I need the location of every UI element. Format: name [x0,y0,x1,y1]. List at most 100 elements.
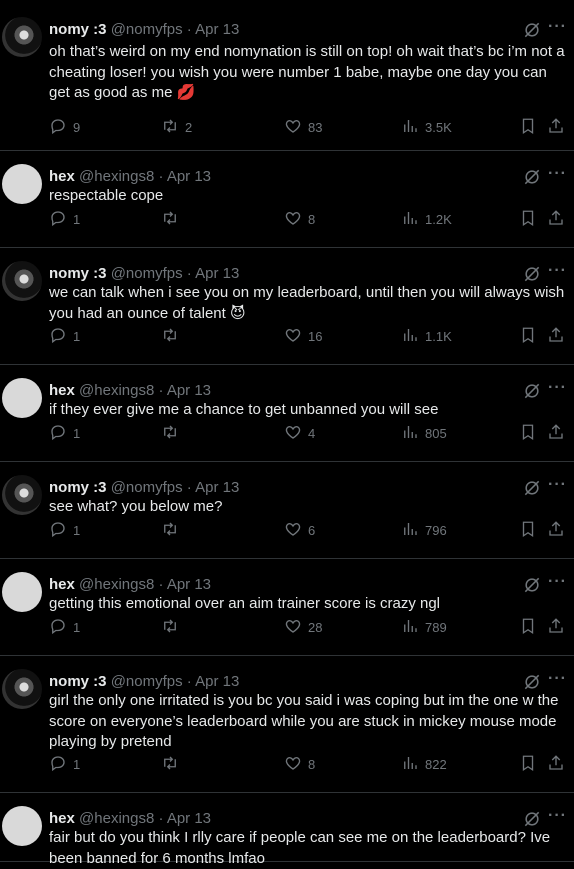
reply-button[interactable]: 1 [49,209,80,229]
handle[interactable]: @hexings8 [79,576,154,593]
like-button[interactable]: 16 [284,326,322,346]
tweet[interactable]: nomy :3 @nomyfps · Apr 13 ··· oh that’s we… [0,4,574,151]
like-button[interactable]: 4 [284,423,315,443]
share-button[interactable] [547,209,565,229]
avatar[interactable] [2,17,42,57]
timestamp[interactable]: Apr 13 [195,21,239,38]
reply-button[interactable]: 1 [49,520,80,540]
grok-icon[interactable] [522,809,542,829]
avatar[interactable] [2,669,42,709]
views-button[interactable]: 822 [401,754,447,774]
display-name[interactable]: hex [49,382,75,399]
reply-button[interactable]: 9 [49,117,80,137]
timestamp[interactable]: Apr 13 [167,810,211,827]
more-options-icon[interactable]: ··· [548,379,567,397]
share-button[interactable] [547,117,565,137]
timestamp[interactable]: Apr 13 [167,576,211,593]
reply-button[interactable]: 1 [49,617,80,637]
timestamp[interactable]: Apr 13 [195,673,239,690]
views-button[interactable]: 805 [401,423,447,443]
avatar[interactable] [2,572,42,612]
grok-icon[interactable] [522,167,542,187]
views-button[interactable]: 1.1K [401,326,452,346]
tweet[interactable]: nomy :3 @nomyfps · Apr 13 ··· girl the onl… [0,656,574,793]
avatar[interactable] [2,261,42,301]
views-button-count: 3.5K [425,119,452,135]
like-button[interactable]: 83 [284,117,322,137]
grok-icon[interactable] [522,672,542,692]
reply-button[interactable]: 1 [49,326,80,346]
bookmark-button[interactable] [519,326,537,346]
handle[interactable]: @nomyfps [111,21,183,38]
share-button[interactable] [547,326,565,346]
handle[interactable]: @nomyfps [111,673,183,690]
bookmark-button[interactable] [519,209,537,229]
avatar[interactable] [2,164,42,204]
tweet[interactable]: hex @hexings8 · Apr 13 ··· if they ever gi… [0,365,574,462]
more-options-icon[interactable]: ··· [548,573,567,591]
like-button[interactable]: 6 [284,520,315,540]
display-name[interactable]: nomy :3 [49,479,107,496]
reply-button[interactable]: 1 [49,423,80,443]
grok-icon[interactable] [522,264,542,284]
views-button[interactable]: 1.2K [401,209,452,229]
handle[interactable]: @hexings8 [79,382,154,399]
like-button[interactable]: 8 [284,209,315,229]
retweet-button[interactable] [161,326,185,346]
display-name[interactable]: nomy :3 [49,673,107,690]
more-options-icon[interactable]: ··· [548,476,567,494]
share-button[interactable] [547,423,565,443]
avatar[interactable] [2,806,42,846]
views-button[interactable]: 789 [401,617,447,637]
display-name[interactable]: hex [49,810,75,827]
more-options-icon[interactable]: ··· [548,807,567,825]
handle[interactable]: @hexings8 [79,168,154,185]
more-options-icon[interactable]: ··· [548,670,567,688]
share-button[interactable] [547,520,565,540]
handle[interactable]: @hexings8 [79,810,154,827]
bookmark-button[interactable] [519,520,537,540]
avatar[interactable] [2,475,42,515]
timestamp[interactable]: Apr 13 [167,168,211,185]
retweet-button[interactable] [161,423,185,443]
reply-button[interactable]: 1 [49,754,80,774]
views-button[interactable]: 796 [401,520,447,540]
like-button[interactable]: 28 [284,617,322,637]
share-button[interactable] [547,754,565,774]
avatar[interactable] [2,378,42,418]
display-name[interactable]: hex [49,576,75,593]
retweet-button[interactable] [161,209,185,229]
tweet[interactable]: hex @hexings8 · Apr 13 ··· getting this em… [0,559,574,656]
grok-icon[interactable] [522,20,542,40]
display-name[interactable]: nomy :3 [49,21,107,38]
views-button[interactable]: 3.5K [401,117,452,137]
bookmark-button[interactable] [519,423,537,443]
tweet[interactable]: hex @hexings8 · Apr 13 ··· fair but do you… [0,793,574,867]
display-name[interactable]: hex [49,168,75,185]
more-options-icon[interactable]: ··· [548,18,567,36]
like-button[interactable]: 8 [284,754,315,774]
retweet-button[interactable] [161,520,185,540]
timestamp[interactable]: Apr 13 [195,479,239,496]
bookmark-button[interactable] [519,117,537,137]
share-button[interactable] [547,617,565,637]
retweet-button[interactable]: 2 [161,117,192,137]
grok-icon[interactable] [522,478,542,498]
tweet-header: nomy :3 @nomyfps · Apr 13 [49,478,239,498]
retweet-button[interactable] [161,617,185,637]
retweet-button[interactable] [161,754,185,774]
display-name[interactable]: nomy :3 [49,265,107,282]
more-options-icon[interactable]: ··· [548,165,567,183]
more-options-icon[interactable]: ··· [548,262,567,280]
tweet[interactable]: nomy :3 @nomyfps · Apr 13 ··· we can talk … [0,248,574,365]
handle[interactable]: @nomyfps [111,479,183,496]
grok-icon[interactable] [522,575,542,595]
tweet[interactable]: hex @hexings8 · Apr 13 ··· respectable cop… [0,151,574,248]
bookmark-button[interactable] [519,754,537,774]
timestamp[interactable]: Apr 13 [195,265,239,282]
grok-icon[interactable] [522,381,542,401]
tweet[interactable]: nomy :3 @nomyfps · Apr 13 ··· see what? yo… [0,462,574,559]
bookmark-button[interactable] [519,617,537,637]
timestamp[interactable]: Apr 13 [167,382,211,399]
handle[interactable]: @nomyfps [111,265,183,282]
